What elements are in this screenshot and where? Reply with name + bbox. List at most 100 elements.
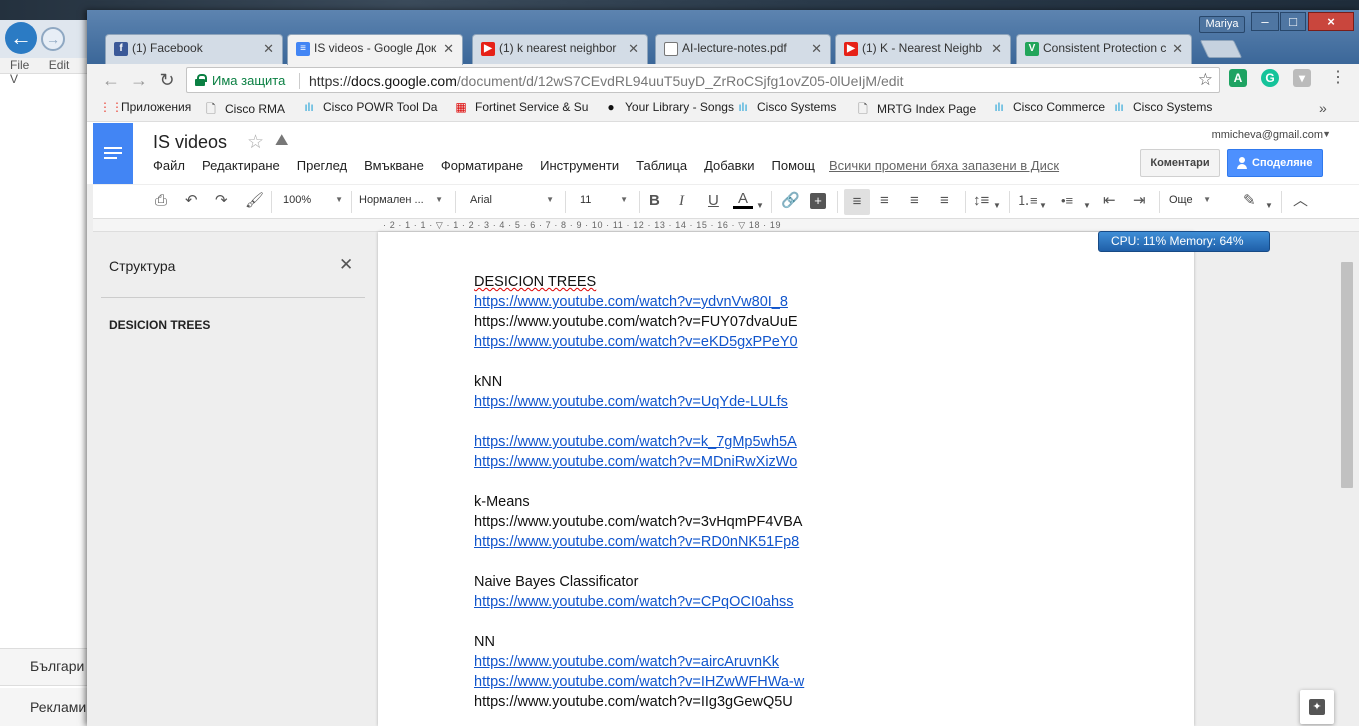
address-bar[interactable]: Има защита https://docs.google.com/docum… <box>186 67 1220 93</box>
bookmark-item[interactable]: ⋮⋮Приложения <box>99 100 191 114</box>
vertical-scrollbar[interactable] <box>1337 232 1359 726</box>
docs-menu-item[interactable]: Инструменти <box>540 158 619 173</box>
docs-menu-item[interactable]: Таблица <box>636 158 687 173</box>
collapse-menu-icon[interactable]: ︿ <box>1293 192 1308 210</box>
font-size-select[interactable]: 11 ▼ <box>580 194 628 206</box>
maximize-button[interactable]: □ <box>1280 12 1306 31</box>
share-button[interactable]: Споделяне <box>1227 149 1323 177</box>
style-select[interactable]: Нормален ... ▼ <box>359 194 443 206</box>
reload-icon[interactable]: ↻ <box>157 70 177 90</box>
paint-format-icon[interactable]: 🖌 <box>245 192 264 210</box>
link-icon[interactable]: 🔗 <box>781 192 800 210</box>
more-button[interactable]: Още ▼ <box>1169 194 1211 206</box>
bookmark-item[interactable]: 🗋 Cisco RMA <box>203 100 285 121</box>
close-window-button[interactable]: × <box>1308 12 1354 31</box>
language-link[interactable]: Българи <box>0 648 92 686</box>
ads-link[interactable]: Реклами <box>0 688 92 726</box>
forward-arrow-icon[interactable]: → <box>41 27 65 51</box>
document-body[interactable]: DESICION TREES https://www.youtube.com/wa… <box>474 272 804 712</box>
bookmark-item[interactable]: ● Your Library - Songs <box>603 100 734 114</box>
profile-button[interactable]: Mariya <box>1199 16 1245 33</box>
chevron-down-icon[interactable]: ▼ <box>756 197 764 215</box>
docs-menu-item[interactable]: Файл <box>153 158 185 173</box>
close-tab-icon[interactable]: ✕ <box>991 41 1002 57</box>
explore-button[interactable]: ✦ <box>1300 690 1334 724</box>
chevron-down-icon[interactable]: ▼ <box>1265 197 1273 215</box>
add-comment-icon[interactable]: + <box>810 193 826 209</box>
bookmark-item[interactable]: ılı Cisco Commerce <box>991 100 1105 114</box>
chevron-down-icon[interactable]: ▼ <box>1039 197 1047 215</box>
tab-4[interactable]: AI-lecture-notes.pdf ✕ <box>655 34 831 64</box>
comments-button[interactable]: Коментари <box>1140 149 1220 177</box>
document-link[interactable]: https://www.youtube.com/watch?v=CPqOCI0a… <box>474 594 794 610</box>
bookmark-item[interactable]: 🗋 MRTG Index Page <box>855 100 976 121</box>
chevron-down-icon[interactable]: ▼ <box>1083 197 1091 215</box>
line-spacing-icon[interactable]: ↕≡ <box>973 192 989 210</box>
tab-6[interactable]: V Consistent Protection c ✕ <box>1016 34 1192 64</box>
italic-icon[interactable]: I <box>679 192 684 210</box>
bulleted-list-icon[interactable]: •≡ <box>1061 192 1073 210</box>
docs-logo-icon[interactable] <box>93 123 133 184</box>
chevron-down-icon[interactable]: ▼ <box>993 197 1001 215</box>
drive-move-icon[interactable]: ⛰ <box>275 132 288 150</box>
document-link[interactable]: https://www.youtube.com/watch?v=UqYde-LU… <box>474 394 788 410</box>
tab-5[interactable]: ▶ (1) K - Nearest Neighb ✕ <box>835 34 1011 64</box>
text-color-icon[interactable]: A <box>733 191 753 209</box>
bold-icon[interactable]: B <box>649 192 660 210</box>
redo-icon[interactable]: ↷ <box>215 192 228 210</box>
scrollbar-thumb[interactable] <box>1341 262 1353 488</box>
bookmark-item[interactable]: ılı Cisco POWR Tool Da <box>301 100 437 114</box>
menu-file[interactable]: File <box>10 58 29 72</box>
justify-icon[interactable]: ≡ <box>940 192 949 210</box>
minimize-button[interactable]: – <box>1251 12 1279 31</box>
pencil-icon[interactable]: ✎ <box>1243 192 1256 210</box>
docs-menu-item[interactable]: Форматиране <box>441 158 523 173</box>
undo-icon[interactable]: ↶ <box>185 192 198 210</box>
back-arrow-icon[interactable]: ← <box>5 22 37 54</box>
bookmark-item[interactable]: ılı Cisco Systems <box>735 100 836 114</box>
forward-icon[interactable]: → <box>129 70 149 90</box>
save-status-link[interactable]: Всички промени бяха запазени в Диск <box>829 158 1059 173</box>
tab-2[interactable]: ≡ IS videos - Google Док ✕ <box>287 34 463 65</box>
close-tab-icon[interactable]: ✕ <box>628 41 639 57</box>
document-link[interactable]: https://www.youtube.com/watch?v=aircAruv… <box>474 654 779 670</box>
decrease-indent-icon[interactable]: ⇤ <box>1103 192 1116 210</box>
outline-item[interactable]: DESICION TREES <box>109 318 210 332</box>
underline-icon[interactable]: U <box>708 192 719 210</box>
close-tab-icon[interactable]: ✕ <box>1172 41 1183 57</box>
font-select[interactable]: Arial ▼ <box>470 194 554 206</box>
chrome-menu-icon[interactable]: ⋮ <box>1330 70 1346 86</box>
chevron-down-icon[interactable]: ▼ <box>1322 129 1331 139</box>
close-tab-icon[interactable]: ✕ <box>443 41 454 57</box>
document-link[interactable]: https://www.youtube.com/watch?v=MDniRwXi… <box>474 454 797 470</box>
extension-cup-icon[interactable]: ▾ <box>1293 69 1311 87</box>
extension-a-icon[interactable]: A <box>1229 69 1247 87</box>
docs-menu-item[interactable]: Редактиране <box>202 158 280 173</box>
document-page[interactable]: DESICION TREES https://www.youtube.com/wa… <box>378 232 1194 726</box>
close-tab-icon[interactable]: ✕ <box>263 41 274 57</box>
align-right-icon[interactable]: ≡ <box>910 192 919 210</box>
bookmark-item[interactable]: ılı Cisco Systems <box>1111 100 1212 114</box>
docs-menu-item[interactable]: Добавки <box>704 158 754 173</box>
align-left-icon[interactable]: ≡ <box>844 189 870 215</box>
grammarly-icon[interactable]: G <box>1261 69 1279 87</box>
tab-1[interactable]: f (1) Facebook ✕ <box>105 34 283 64</box>
document-link[interactable]: https://www.youtube.com/watch?v=k_7gMp5w… <box>474 434 797 450</box>
docs-menu-item[interactable]: Вмъкване <box>364 158 424 173</box>
document-link[interactable]: https://www.youtube.com/watch?v=IHZwWFHW… <box>474 674 804 690</box>
bookmarks-overflow-icon[interactable]: » <box>1319 100 1327 116</box>
star-icon[interactable]: ☆ <box>247 131 264 154</box>
increase-indent-icon[interactable]: ⇥ <box>1133 192 1146 210</box>
bookmark-star-icon[interactable]: ☆ <box>1198 70 1213 90</box>
close-icon[interactable]: ✕ <box>339 255 353 275</box>
docs-menu-item[interactable]: Преглед <box>297 158 347 173</box>
document-link[interactable]: https://www.youtube.com/watch?v=ydvnVw80… <box>474 294 788 310</box>
zoom-select[interactable]: 100% ▼ <box>283 194 343 206</box>
numbered-list-icon[interactable]: ⒈≡ <box>1017 192 1038 210</box>
print-icon[interactable]: ⎙ <box>155 192 167 210</box>
bookmark-item[interactable]: ▦ Fortinet Service & Su <box>453 100 588 114</box>
close-tab-icon[interactable]: ✕ <box>811 41 822 57</box>
document-title[interactable]: IS videos <box>153 132 227 153</box>
account-email[interactable]: mmicheva@gmail.com <box>1212 129 1323 141</box>
document-link[interactable]: https://www.youtube.com/watch?v=RD0nNK51… <box>474 534 799 550</box>
